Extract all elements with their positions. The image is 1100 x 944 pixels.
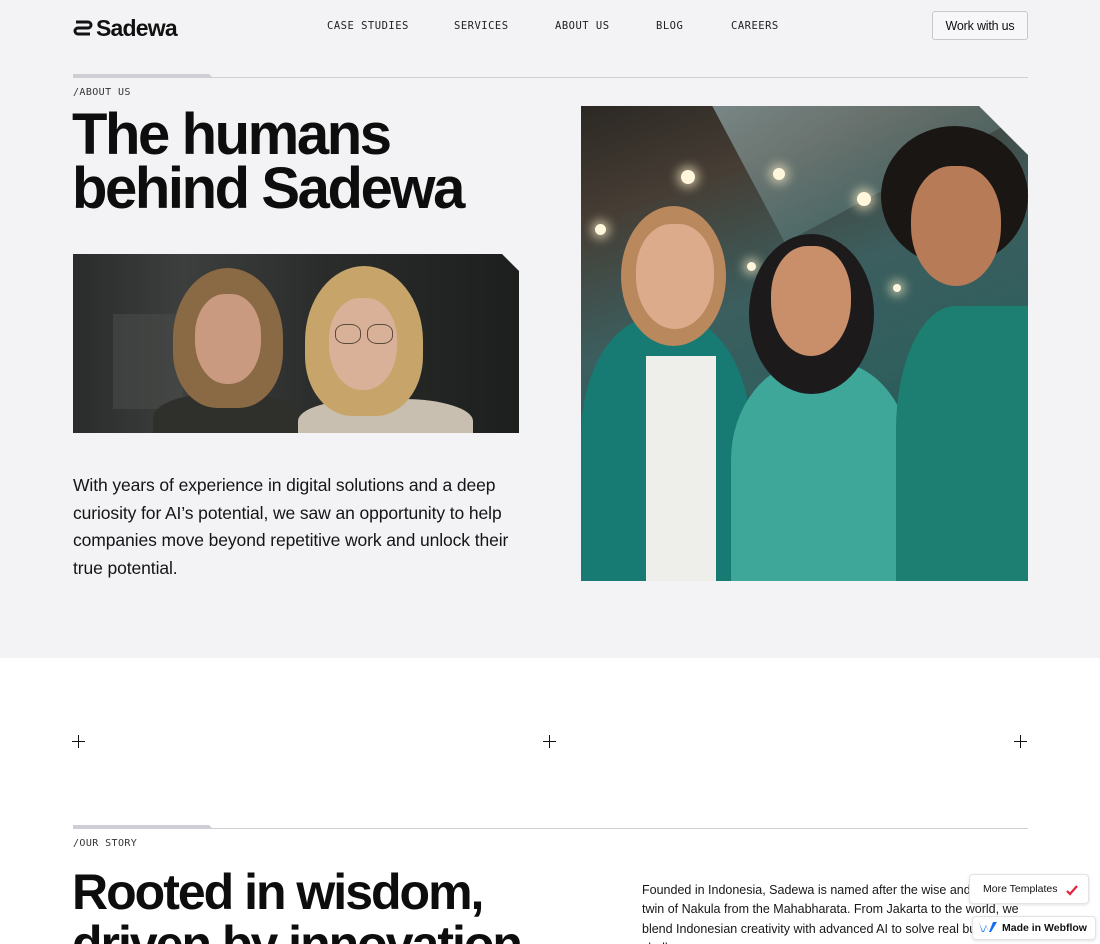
plus-icon: [543, 735, 556, 748]
nav-item-services[interactable]: SERVICES: [454, 20, 509, 32]
about-paragraph: With years of experience in digital solu…: [73, 475, 509, 579]
section-eyebrow-about: /ABOUT US: [73, 87, 131, 98]
made-in-webflow-badge[interactable]: Made in Webflow: [972, 916, 1096, 940]
brand-name: Sadewa: [96, 14, 178, 41]
webflow-icon: [979, 921, 997, 936]
story-title-line-2: driven by innovation: [72, 916, 523, 944]
sadewa-logo-icon: [73, 18, 93, 38]
page-title-line-1: The humans: [72, 102, 392, 167]
story-title-line-1: Rooted in wisdom,: [72, 864, 484, 920]
work-with-us-button[interactable]: Work with us: [932, 11, 1028, 40]
templates-icon: [1066, 884, 1078, 899]
section-divider: [73, 825, 1028, 829]
nav-item-case-studies[interactable]: CASE STUDIES: [327, 20, 409, 32]
more-templates-label: More Templates: [983, 883, 1058, 895]
team-photo: [581, 106, 1028, 581]
made-in-webflow-label: Made in Webflow: [1002, 922, 1087, 934]
section-divider: [73, 74, 1028, 78]
nav-item-blog[interactable]: BLOG: [656, 20, 683, 32]
plus-icon: [1014, 735, 1027, 748]
more-templates-button[interactable]: More Templates: [969, 874, 1089, 904]
page-title: The humans behind Sadewa: [72, 102, 542, 221]
page-title-line-2: behind Sadewa: [72, 156, 465, 221]
story-title: Rooted in wisdom, driven by innovation: [72, 866, 592, 944]
plus-icon: [72, 735, 85, 748]
section-eyebrow-story: /OUR STORY: [73, 838, 138, 849]
brand-logo[interactable]: Sadewa: [73, 14, 178, 41]
founders-photo: [73, 254, 519, 433]
nav-item-about-us[interactable]: ABOUT US: [555, 20, 610, 32]
nav-item-careers[interactable]: CAREERS: [731, 20, 779, 32]
